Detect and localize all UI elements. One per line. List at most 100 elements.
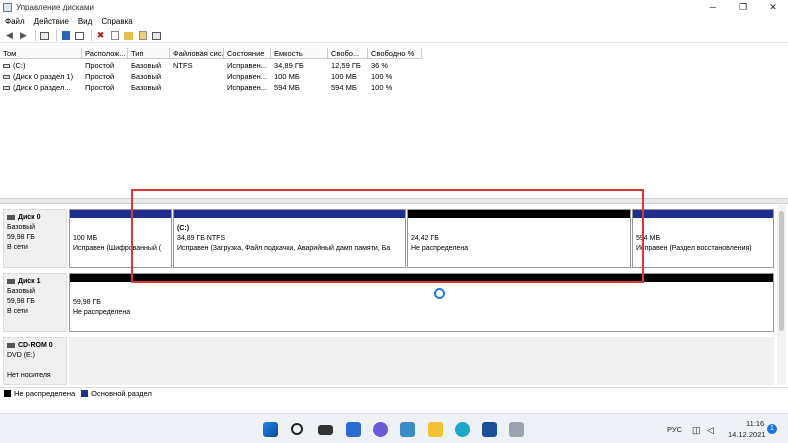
cdrom-label[interactable]: CD-ROM 0 DVD (E:) Нет носителя: [3, 337, 67, 385]
table-row[interactable]: (C:) Простой Базовый NTFS Исправен... 34…: [0, 60, 422, 71]
column-header[interactable]: Тип: [128, 48, 170, 59]
disk-management-taskbar-icon[interactable]: [509, 422, 524, 437]
list-view-icon[interactable]: [39, 30, 50, 41]
volume-name-cell: (C:): [0, 60, 82, 71]
clock-time[interactable]: 11:16: [746, 419, 764, 428]
partition-bar: [70, 274, 773, 282]
scrollbar-thumb[interactable]: [779, 211, 784, 331]
disk-1-label[interactable]: Диск 1 Базовый 59,98 ГБ В сети: [3, 273, 67, 332]
window-title: Управление дисками: [16, 2, 94, 12]
pane-splitter[interactable]: [0, 198, 788, 204]
column-header[interactable]: Том: [0, 48, 82, 59]
free-percent-cell: 100 %: [371, 72, 393, 81]
volume-name-cell: (Диск 0 раздел...: [0, 82, 82, 93]
minimize-button[interactable]: ─: [698, 0, 728, 14]
partition-size: 24,42 ГБ: [411, 235, 439, 242]
legend-label: Основной раздел: [91, 389, 152, 398]
search-icon[interactable]: [291, 423, 303, 435]
start-icon[interactable]: [263, 422, 278, 437]
disk-0-label[interactable]: Диск 0 Базовый 59,98 ГБ В сети: [3, 209, 67, 268]
disk-1-name-row: Диск 1: [7, 277, 66, 287]
table-row[interactable]: (Диск 0 раздел... Простой Базовый Исправ…: [0, 82, 422, 93]
search-icon[interactable]: [137, 30, 148, 41]
forward-icon[interactable]: ▶: [18, 30, 29, 41]
free-space-cell: 100 МБ: [331, 72, 357, 81]
store-icon[interactable]: [482, 422, 497, 437]
column-header[interactable]: Располож...: [82, 48, 128, 59]
partition-status: Исправен (Загрузка, Файл подкачки, Авари…: [177, 245, 391, 252]
volume-name: (C:): [13, 61, 26, 70]
filesystem-cell: NTFS: [173, 61, 193, 70]
file-explorer-icon[interactable]: [428, 422, 443, 437]
toolbar-separator: [56, 30, 57, 41]
cdrom-name-row: CD-ROM 0: [7, 341, 66, 351]
title-bar: Управление дисками ─ ❐ ✕: [0, 0, 788, 14]
partition-disk1-unallocated[interactable]: 59,98 ГБ Не распределена: [69, 273, 774, 332]
partition-status: Не распределена: [411, 245, 469, 252]
back-icon[interactable]: ◀: [4, 30, 15, 41]
vertical-scrollbar[interactable]: [777, 205, 786, 385]
type-cell: Базовый: [131, 83, 162, 92]
menu-action[interactable]: Действие: [34, 17, 69, 26]
disk-name: Диск 0: [18, 214, 41, 221]
legend: Не распределена Основной раздел: [0, 387, 788, 399]
status-cell: Исправен...: [227, 61, 268, 70]
layout-cell: Простой: [85, 83, 115, 92]
filesystem-cell: [170, 71, 224, 82]
partition-c[interactable]: (C:) 34,89 ГБ NTFS Исправен (Загрузка, Ф…: [173, 209, 406, 268]
check-icon[interactable]: [109, 30, 120, 41]
clock-date[interactable]: 14.12.2021: [728, 430, 766, 439]
column-header[interactable]: Файловая сис...: [170, 48, 224, 59]
column-header[interactable]: Емкость: [271, 48, 328, 59]
folder-icon[interactable]: [123, 30, 134, 41]
column-header[interactable]: Свободно %: [368, 48, 422, 59]
toolbar-separator: [91, 30, 92, 41]
close-button[interactable]: ✕: [758, 0, 788, 14]
disk-size: 59,98 ГБ: [7, 234, 35, 241]
partition-efi[interactable]: 100 МБ Исправен (Шифрованный (: [69, 209, 172, 268]
disk-icon: [7, 278, 15, 284]
table-row[interactable]: (Диск 0 раздел 1) Простой Базовый Исправ…: [0, 71, 422, 82]
partition-bar: [408, 210, 630, 218]
toolbar-separator: [35, 30, 36, 41]
toolbar: ◀ ▶ ✖: [0, 29, 788, 43]
legend-unallocated-swatch: [4, 390, 11, 397]
disk-size: 59,98 ГБ: [7, 298, 35, 305]
partition-recovery[interactable]: 594 МБ Исправен (Раздел восстановления): [632, 209, 774, 268]
chat-icon[interactable]: [373, 422, 388, 437]
menu-help[interactable]: Справка: [101, 17, 132, 26]
legend-primary-swatch: [81, 390, 89, 397]
help-icon[interactable]: [60, 30, 71, 41]
column-header[interactable]: Состояние: [224, 48, 271, 59]
table-header: Том Располож... Тип Файловая сис... Сост…: [0, 48, 422, 59]
edge-icon[interactable]: [455, 422, 470, 437]
settings-icon[interactable]: [400, 422, 415, 437]
column-header[interactable]: Свобо...: [328, 48, 368, 59]
partition-bar: [70, 210, 171, 218]
disk-type: Базовый: [7, 288, 36, 295]
taskbar: РУС ◫ ◁ 11:16 14.12.2021 1: [0, 413, 788, 443]
volume-name: (Диск 0 раздел 1): [13, 72, 74, 81]
free-space-cell: 594 МБ: [331, 83, 357, 92]
partition-unallocated[interactable]: 24,42 ГБ Не распределена: [407, 209, 631, 268]
task-view-icon[interactable]: [318, 425, 333, 435]
volume-icon[interactable]: ◁: [707, 425, 714, 436]
partition-bar: [633, 210, 773, 218]
properties-icon[interactable]: [74, 30, 85, 41]
menu-file[interactable]: Файл: [5, 17, 25, 26]
maximize-button[interactable]: ❐: [728, 0, 758, 14]
status-cell: Исправен...: [227, 83, 268, 92]
partition-size: 59,98 ГБ: [73, 299, 101, 306]
view-icon[interactable]: [151, 30, 162, 41]
free-space-cell: 12,59 ГБ: [331, 61, 361, 70]
disk-status: Нет носителя: [7, 372, 51, 379]
delete-icon[interactable]: ✖: [95, 30, 106, 41]
capacity-cell: 100 МБ: [274, 72, 300, 81]
language-indicator[interactable]: РУС: [667, 425, 682, 434]
free-percent-cell: 100 %: [371, 83, 393, 92]
menu-view[interactable]: Вид: [78, 17, 92, 26]
notification-badge[interactable]: 1: [767, 424, 777, 434]
widgets-icon[interactable]: [346, 422, 361, 437]
status-cell: Исправен...: [227, 72, 268, 81]
network-icon[interactable]: ◫: [692, 425, 701, 436]
